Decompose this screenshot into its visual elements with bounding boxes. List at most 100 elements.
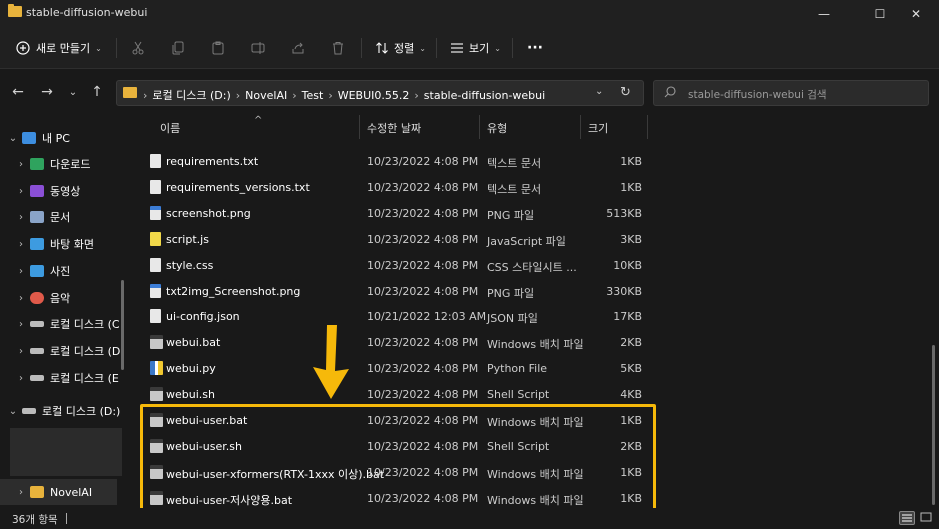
file-row[interactable]: requirements.txt 10/23/2022 4:08 PM 텍스트 문서… [140,148,800,174]
chevron-right-icon[interactable]: › [12,487,30,498]
file-row[interactable]: txt2img_Screenshot.png 10/23/2022 4:08 PM… [140,278,800,304]
rename-button[interactable] [251,36,265,60]
refresh-icon[interactable]: ↻ [620,85,631,100]
column-divider[interactable] [479,115,480,139]
plus-circle-icon [16,41,30,55]
recent-chevron-icon[interactable]: ⌄ [63,87,83,98]
file-row[interactable]: style.css 10/23/2022 4:08 PM CSS 스타일시트 ...… [140,252,800,278]
close-button[interactable]: ✕ [893,0,939,27]
column-date[interactable]: 수정한 날짜 [367,120,421,136]
file-size: 10KB [613,258,642,272]
up-arrow-icon[interactable]: ↑ [87,84,107,100]
text-file-icon [150,309,161,324]
file-list-scrollbar[interactable] [932,345,935,505]
address-history-chevron-icon[interactable]: ⌄ [595,86,603,97]
file-row[interactable]: webui-user-저사양용.bat 10/23/2022 4:08 PM Win… [140,485,800,508]
column-name[interactable]: 이름 [160,120,180,136]
thumbnails-view-icon[interactable] [919,511,935,525]
paste-button[interactable] [211,36,225,60]
column-type[interactable]: 유형 [487,120,507,136]
file-row[interactable]: webui-user-xformers(RTX-1xxx 이상).bat 10/2… [140,459,800,485]
text-file-icon [150,154,161,168]
sidebar-item-novelai[interactable]: › NovelAI [0,479,117,505]
back-arrow-icon[interactable]: ← [8,84,28,100]
sidebar-item-videos[interactable]: › 동영상 [0,178,126,204]
file-row[interactable]: webui-user.sh 10/23/2022 4:08 PM Shell Scr… [140,433,800,459]
sidebar-scrollbar[interactable] [121,280,124,370]
minimize-button[interactable]: — [801,0,847,27]
sidebar-item-drive-d-root[interactable]: ⌄ 로컬 디스크 (D:) [0,398,126,424]
file-date: 10/23/2022 4:08 PM [367,180,479,194]
share-button[interactable] [291,36,305,60]
sidebar-item-pictures[interactable]: › 사진 [0,258,126,284]
column-divider[interactable] [647,115,648,139]
forward-arrow-icon[interactable]: → [37,84,57,100]
cut-button[interactable] [131,36,145,60]
breadcrumb-item[interactable]: stable-diffusion-webui [424,89,545,102]
sidebar-item-documents[interactable]: › 문서 [0,204,126,230]
column-header-row: 이름 ^ 수정한 날짜 유형 크기 [126,115,939,139]
file-row[interactable]: ui-config.json 10/21/2022 12:03 AM JSON 파일… [140,303,800,329]
search-placeholder: stable-diffusion-webui 검색 [688,89,827,101]
toolbar-divider [512,38,513,58]
file-row[interactable]: webui.bat 10/23/2022 4:08 PM Windows 배치 파일… [140,329,800,355]
toolbar-divider [361,38,362,58]
search-box[interactable]: stable-diffusion-webui 검색 [653,80,929,106]
file-size: 5KB [620,362,642,376]
image-file-icon [150,283,161,298]
file-name: ui-config.json [166,310,240,324]
file-date: 10/23/2022 4:08 PM [367,362,479,376]
breadcrumb-item[interactable]: 로컬 디스크 (D:) [152,89,230,102]
sidebar-item-drive-e[interactable]: › 로컬 디스크 (E [0,365,126,391]
file-row[interactable]: webui.py 10/23/2022 4:08 PM Python File 5KB [140,355,800,381]
chevron-right-icon[interactable]: › [12,293,30,304]
chevron-down-icon[interactable]: ⌄ [4,406,22,417]
file-size: 1KB [620,414,642,427]
breadcrumb-item[interactable]: Test [302,89,324,102]
sidebar-item-drive-c[interactable]: › 로컬 디스크 (C [0,311,126,337]
chevron-right-icon[interactable]: › [12,319,30,330]
chevron-right-icon[interactable]: › [12,186,30,197]
chevron-right-icon[interactable]: › [12,373,30,384]
delete-button[interactable] [331,36,345,60]
file-row[interactable]: webui.sh 10/23/2022 4:08 PM Shell Script 4K… [140,381,800,407]
sidebar-item-drive-d[interactable]: › 로컬 디스크 (D [0,338,126,364]
sidebar-item-downloads[interactable]: › 다운로드 [0,151,126,177]
file-row[interactable]: screenshot.png 10/23/2022 4:08 PM PNG 파일 51… [140,200,800,226]
file-type: CSS 스타일시트 ... [487,260,577,274]
details-view-icon[interactable] [899,511,915,525]
column-size[interactable]: 크기 [588,120,608,136]
toolbar-divider [436,38,437,58]
drive-icon [30,321,44,327]
chevron-right-icon[interactable]: › [12,212,30,223]
address-bar[interactable]: › 로컬 디스크 (D:) › NovelAI › Test › WEBUI0.55.2 › st… [116,80,644,106]
chevron-right-icon[interactable]: › [12,266,30,277]
view-button[interactable]: 보기 ⌄ [450,36,501,60]
column-divider[interactable] [359,115,360,139]
sidebar-item-this-pc[interactable]: ⌄ 내 PC [0,125,126,151]
file-row[interactable]: webui-user.bat 10/23/2022 4:08 PM Windows … [140,407,800,433]
column-divider[interactable] [580,115,581,139]
sort-button[interactable]: 정렬 ⌄ [375,36,426,60]
copy-button[interactable] [171,36,185,60]
folder-icon [123,87,137,98]
file-date: 10/23/2022 4:08 PM [367,491,479,505]
chevron-right-icon[interactable]: › [12,346,30,357]
file-row[interactable]: requirements_versions.txt 10/23/2022 4:08… [140,174,800,200]
breadcrumb-item[interactable]: NovelAI [245,89,287,102]
chevron-down-icon[interactable]: ⌄ [4,133,22,144]
more-options-button[interactable]: ··· [527,36,543,60]
drive-icon [30,348,44,354]
file-row[interactable]: script.js 10/23/2022 4:08 PM JavaScript 파일… [140,226,800,252]
title-bar: stable-diffusion-webui — ☐ ✕ [0,0,939,27]
pictures-icon [30,265,44,277]
sidebar-item-desktop[interactable]: › 바탕 화면 [0,231,126,257]
drive-icon [22,408,36,414]
chevron-right-icon[interactable]: › [12,159,30,170]
chevron-right-icon[interactable]: › [12,239,30,250]
chevron-down-icon: ⌄ [95,43,102,53]
sidebar-item-music[interactable]: › 음악 [0,285,126,311]
file-list: 이름 ^ 수정한 날짜 유형 크기 requirements.txt 10/23/… [126,115,939,508]
breadcrumb-item[interactable]: WEBUI0.55.2 [338,89,410,102]
new-button[interactable]: 새로 만들기 ⌄ [16,36,102,60]
